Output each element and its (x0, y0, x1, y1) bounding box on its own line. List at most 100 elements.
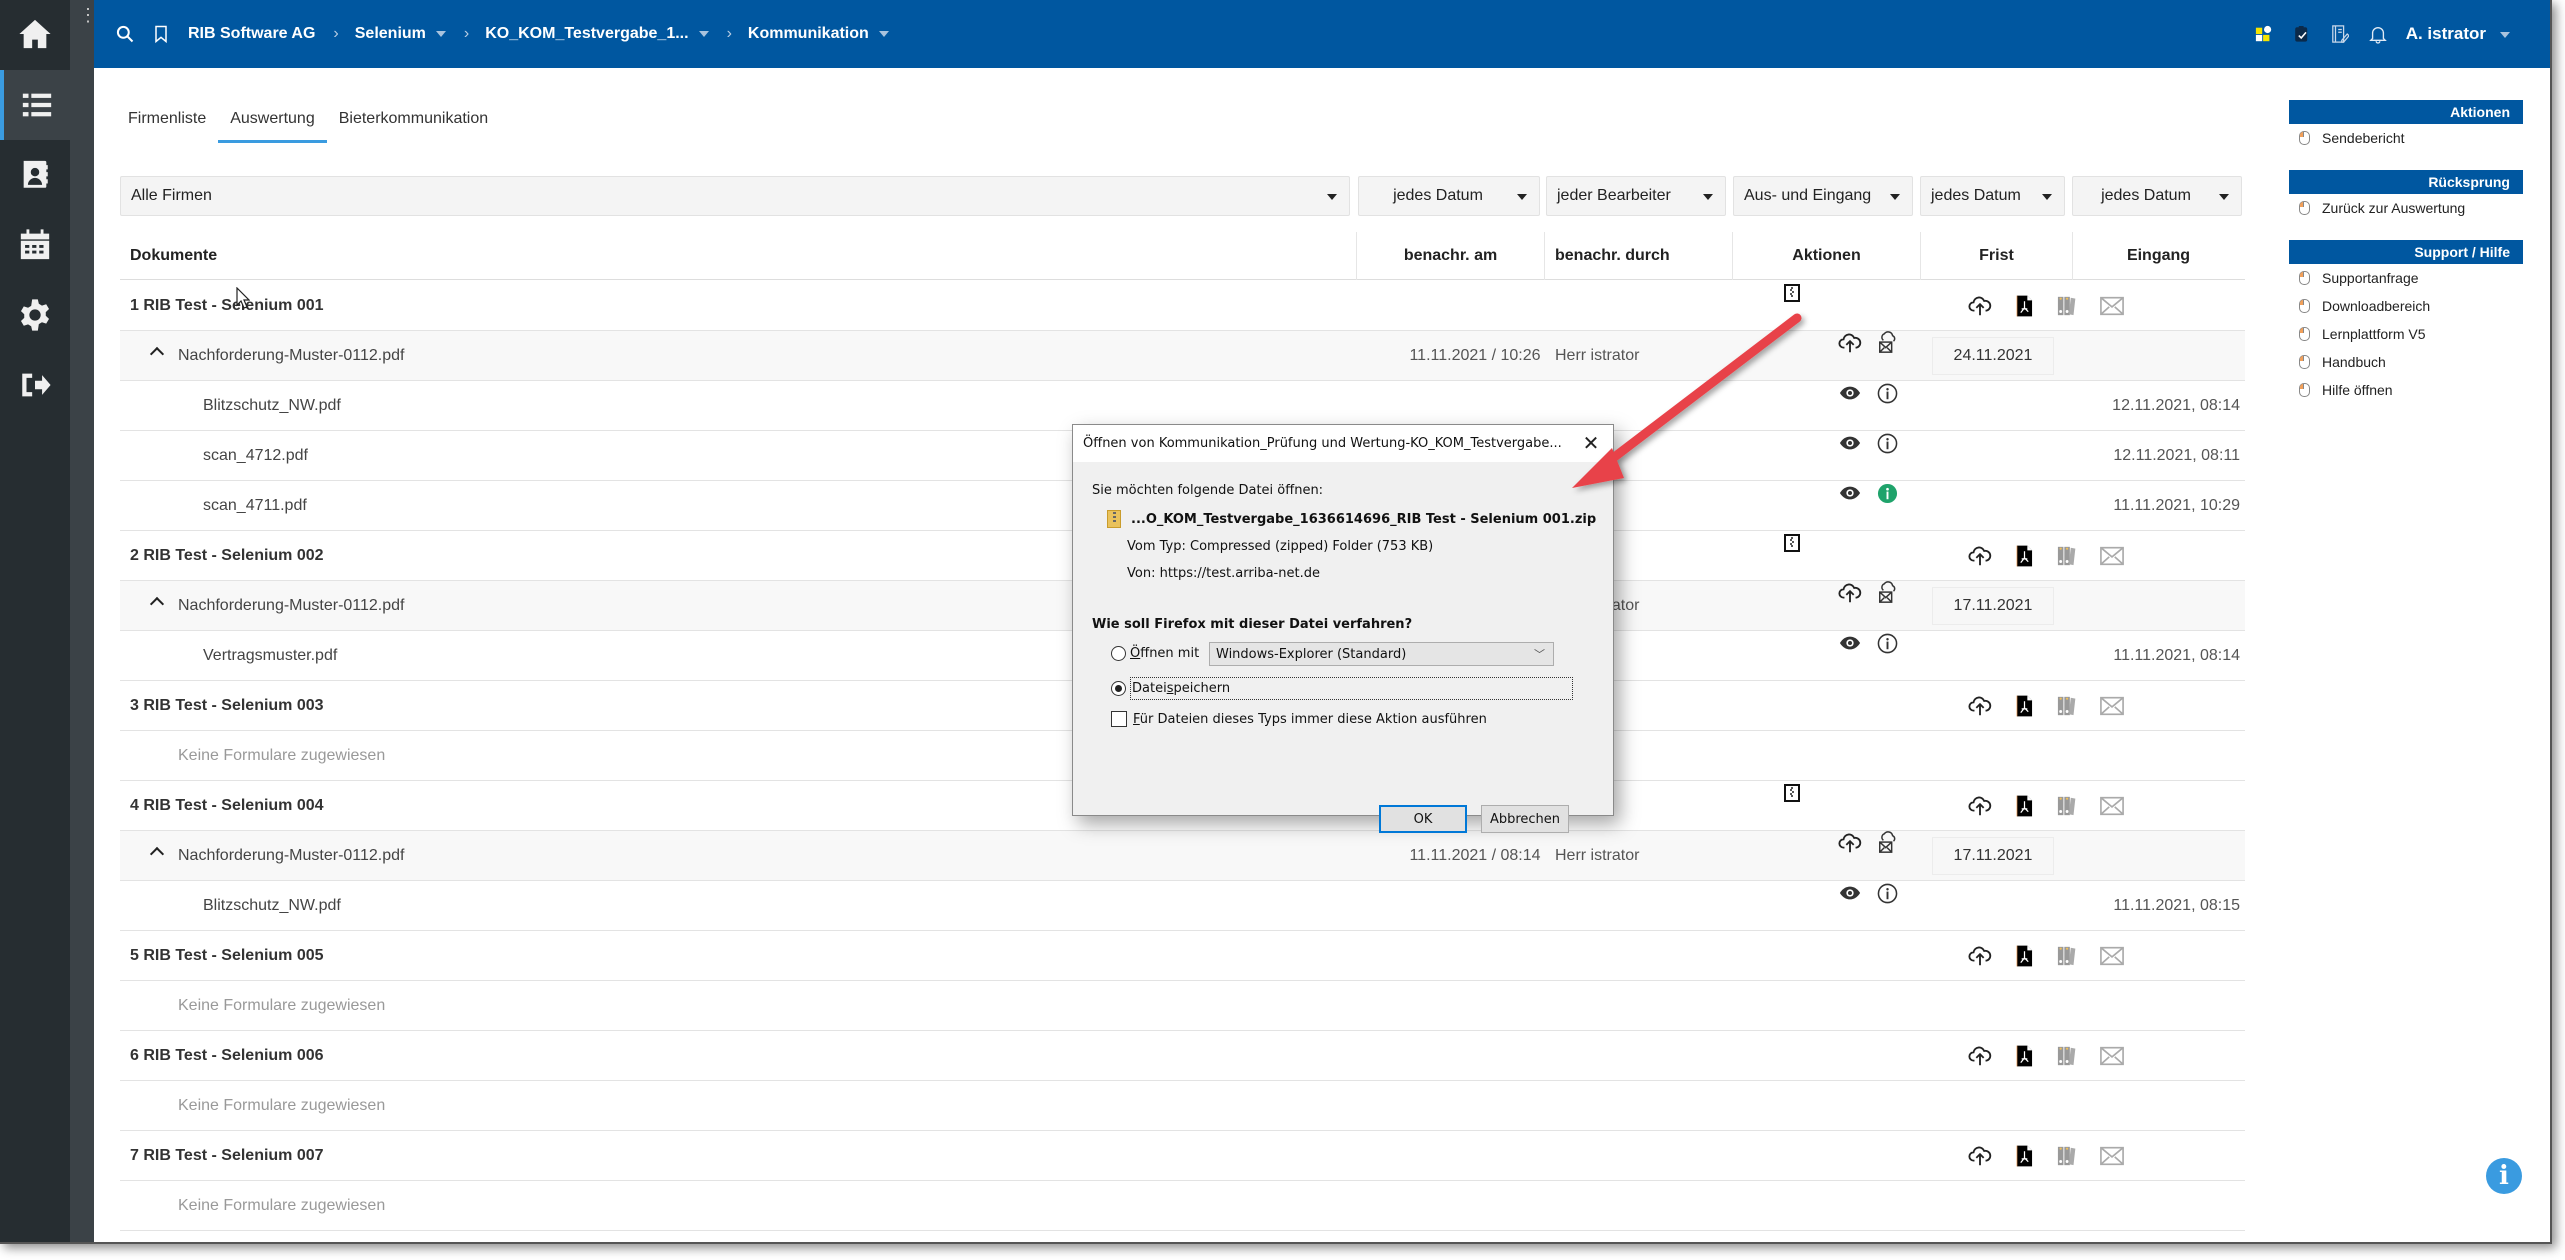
filter-frist[interactable]: jedes Datum (1920, 176, 2065, 216)
tab-bieterkommunikation[interactable]: Bieterkommunikation (327, 100, 500, 143)
breadcrumb-company[interactable]: RIB Software AG (188, 25, 315, 43)
eye-icon[interactable] (1838, 381, 1862, 405)
collapse-chevron-icon[interactable] (149, 346, 165, 362)
cloud-upload-icon[interactable] (1968, 1144, 1992, 1168)
mail-icon[interactable] (2100, 1044, 2124, 1068)
pdf-icon[interactable] (2012, 1044, 2036, 1068)
binders-icon[interactable] (2056, 944, 2080, 968)
eye-icon[interactable] (1838, 881, 1862, 905)
binders-icon[interactable] (2056, 294, 2080, 318)
eye-icon[interactable] (1838, 431, 1862, 455)
zip-download-icon[interactable] (1780, 781, 1804, 805)
cloud-upload-icon[interactable] (1838, 331, 1862, 355)
panel-link[interactable]: Lernplattform V5 (2289, 320, 2523, 348)
radio-save-file[interactable]: Datei s peichern (1111, 677, 1573, 700)
cloud-upload-icon[interactable] (1838, 831, 1862, 855)
user-menu[interactable]: A. istrator (2406, 24, 2510, 44)
radio-save-file-control[interactable] (1111, 681, 1126, 696)
filter-bearbeiter[interactable]: jeder Bearbeiter (1546, 176, 1726, 216)
cloud-mail-icon[interactable] (1876, 831, 1900, 855)
cloud-upload-icon[interactable] (1968, 294, 1992, 318)
binders-icon[interactable] (2056, 544, 2080, 568)
deadline-field[interactable]: 24.11.2021 (1932, 337, 2054, 375)
info-button[interactable]: i (2486, 1158, 2522, 1194)
row-name[interactable]: Nachforderung-Muster-0112.pdf (178, 581, 405, 630)
cloud-mail-icon[interactable] (1876, 331, 1900, 355)
row-name[interactable]: 2 RIB Test - Selenium 002 (130, 531, 324, 580)
tab-auswertung[interactable]: Auswertung (218, 100, 327, 143)
mail-icon[interactable] (2100, 944, 2124, 968)
collapse-chevron-icon[interactable] (149, 596, 165, 612)
info-icon[interactable] (1875, 431, 1899, 455)
always-do-checkbox[interactable]: Für Dateien dieses Typs immer diese Akti… (1111, 711, 1487, 727)
deadline-field[interactable]: 17.11.2021 (1932, 837, 2054, 875)
row-name[interactable]: scan_4712.pdf (203, 431, 308, 480)
open-with-select[interactable]: Windows-Explorer (Standard) ﹀ (1209, 642, 1554, 666)
row-name[interactable]: 5 RIB Test - Selenium 005 (130, 931, 324, 980)
row-name[interactable]: Vertragsmuster.pdf (203, 631, 337, 680)
pdf-icon[interactable] (2012, 794, 2036, 818)
pdf-icon[interactable] (2012, 694, 2036, 718)
search-icon[interactable] (114, 23, 136, 45)
nav-list[interactable] (0, 70, 94, 140)
cloud-upload-icon[interactable] (1838, 581, 1862, 605)
mail-icon[interactable] (2100, 794, 2124, 818)
filter-richtung[interactable]: Aus- und Eingang (1733, 176, 1913, 216)
breadcrumb-module[interactable]: Kommunikation (748, 25, 889, 43)
filter-firma[interactable]: Alle Firmen (120, 176, 1350, 216)
info-icon[interactable] (1875, 631, 1899, 655)
cloud-mail-icon[interactable] (1876, 581, 1900, 605)
col-frist[interactable]: Frist (1920, 232, 2072, 280)
row-name[interactable]: scan_4711.pdf (203, 481, 307, 530)
row-name[interactable]: 6 RIB Test - Selenium 006 (130, 1031, 324, 1080)
pdf-icon[interactable] (2012, 944, 2036, 968)
row-name[interactable]: 1 RIB Test - Selenium 001 (130, 281, 324, 330)
mail-icon[interactable] (2100, 294, 2124, 318)
row-name[interactable]: Blitzschutz_NW.pdf (203, 881, 341, 930)
col-benachr-am[interactable]: benachr. am (1356, 232, 1544, 280)
row-name[interactable]: Blitzschutz_NW.pdf (203, 381, 341, 430)
tab-firmenliste[interactable]: Firmenliste (120, 100, 218, 143)
cloud-upload-icon[interactable] (1968, 794, 1992, 818)
bell-icon[interactable] (2368, 23, 2388, 45)
panel-link[interactable]: Supportanfrage (2289, 264, 2523, 292)
mail-icon[interactable] (2100, 544, 2124, 568)
ok-button[interactable]: OK (1379, 805, 1467, 833)
close-icon[interactable]: ✕ (1581, 433, 1601, 453)
col-benachr-durch[interactable]: benachr. durch (1544, 232, 1732, 280)
col-eingang[interactable]: Eingang (2072, 232, 2244, 280)
nav-calendar[interactable] (0, 210, 70, 280)
app-tiles-icon[interactable] (2254, 23, 2274, 45)
cloud-upload-icon[interactable] (1968, 694, 1992, 718)
info-checked-icon[interactable] (1875, 481, 1899, 505)
eye-icon[interactable] (1838, 631, 1862, 655)
row-name[interactable]: Nachforderung-Muster-0112.pdf (178, 831, 405, 880)
nav-contacts[interactable] (0, 140, 70, 210)
zip-download-icon[interactable] (1780, 281, 1804, 305)
pdf-icon[interactable] (2012, 544, 2036, 568)
radio-open-with[interactable]: Öffnen mit (1111, 646, 1199, 661)
mail-icon[interactable] (2100, 1144, 2124, 1168)
panel-link[interactable]: Downloadbereich (2289, 292, 2523, 320)
breadcrumb-procedure[interactable]: KO_KOM_Testvergabe_1... (485, 25, 709, 43)
cloud-upload-icon[interactable] (1968, 1044, 1992, 1068)
panel-link[interactable]: Hilfe öffnen (2289, 376, 2523, 404)
info-icon[interactable] (1875, 381, 1899, 405)
panel-link[interactable]: Sendebericht (2289, 124, 2523, 152)
nav-home[interactable] (0, 0, 70, 68)
nav-collapse-strip[interactable]: ⋮ (70, 0, 97, 1242)
radio-open-with-control[interactable] (1111, 646, 1126, 661)
more-vertical-icon[interactable]: ⋮ (79, 6, 97, 24)
binders-icon[interactable] (2056, 794, 2080, 818)
pdf-icon[interactable] (2012, 1144, 2036, 1168)
filter-eingang[interactable]: jedes Datum (2072, 176, 2242, 216)
nav-settings[interactable] (0, 280, 70, 350)
deadline-field[interactable]: 17.11.2021 (1932, 587, 2054, 625)
nav-logout[interactable] (0, 350, 70, 420)
bookmark-icon[interactable] (150, 23, 172, 45)
filter-benachr-am[interactable]: jedes Datum (1358, 176, 1540, 216)
panel-link[interactable]: Handbuch (2289, 348, 2523, 376)
row-name[interactable]: Nachforderung-Muster-0112.pdf (178, 331, 405, 380)
collapse-chevron-icon[interactable] (149, 846, 165, 862)
mail-icon[interactable] (2100, 694, 2124, 718)
